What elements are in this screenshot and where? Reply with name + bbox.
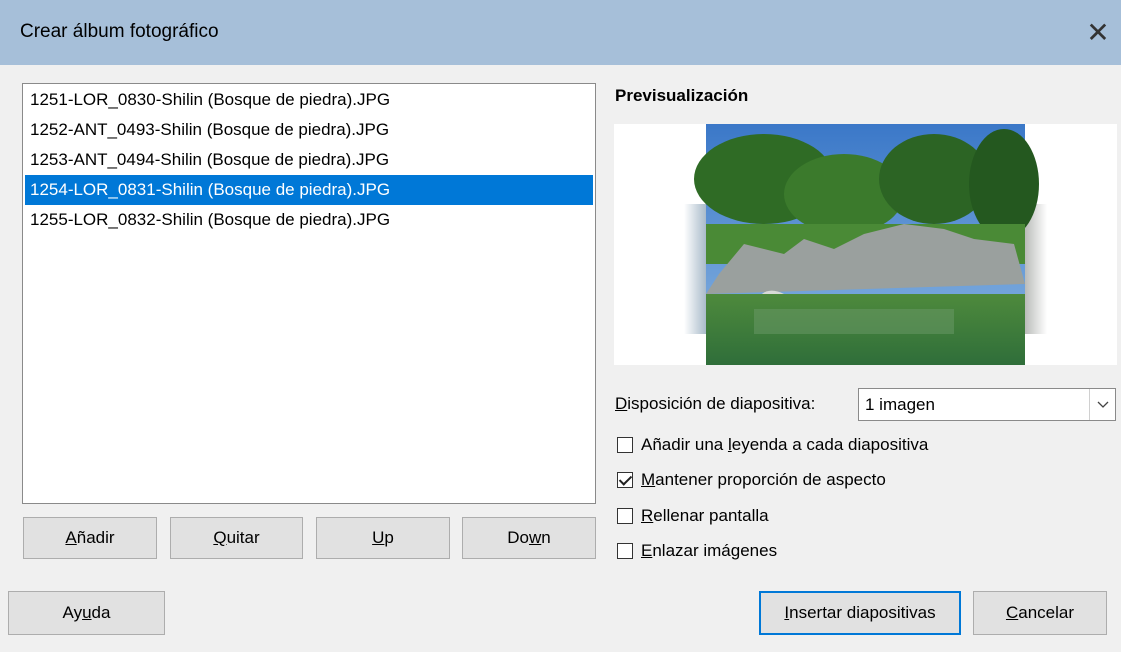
chevron-down-icon[interactable]	[1089, 389, 1115, 420]
list-item[interactable]: 1251-LOR_0830-Shilin (Bosque de piedra).…	[25, 85, 593, 115]
link-images-label: Enlazar imágenes	[641, 541, 778, 560]
preview-label: Previsualización	[615, 86, 749, 105]
remove-button[interactable]: Quitar	[170, 517, 303, 559]
close-icon[interactable]: ✕	[1075, 0, 1121, 65]
slide-layout-value: 1 imagen	[865, 395, 935, 414]
preview-panel	[614, 124, 1117, 365]
aspect-checkbox[interactable]	[617, 472, 633, 488]
cancel-button[interactable]: Cancelar	[973, 591, 1107, 635]
insert-slides-button[interactable]: Insertar diapositivas	[759, 591, 961, 635]
list-item[interactable]: 1252-ANT_0493-Shilin (Bosque de piedra).…	[25, 115, 593, 145]
caption-checkbox[interactable]	[617, 437, 633, 453]
aspect-label: Mantener proporción de aspecto	[641, 470, 886, 489]
move-up-button[interactable]: Up	[316, 517, 450, 559]
link-images-option[interactable]: Enlazar imágenes	[617, 540, 777, 562]
slide-layout-select[interactable]: 1 imagen	[858, 388, 1116, 421]
title-bar: Crear álbum fotográfico ✕	[0, 0, 1121, 65]
add-button[interactable]: Añadir	[23, 517, 157, 559]
image-file-list[interactable]: 1251-LOR_0830-Shilin (Bosque de piedra).…	[22, 83, 596, 504]
caption-option[interactable]: Añadir una leyenda a cada diapositiva	[617, 434, 928, 456]
list-item-selected[interactable]: 1254-LOR_0831-Shilin (Bosque de piedra).…	[25, 175, 593, 205]
move-down-button[interactable]: Do w n	[462, 517, 596, 559]
window-title: Crear álbum fotográfico	[20, 21, 219, 42]
list-item[interactable]: 1253-ANT_0494-Shilin (Bosque de piedra).…	[25, 145, 593, 175]
list-item[interactable]: 1255-LOR_0832-Shilin (Bosque de piedra).…	[25, 205, 593, 235]
fill-screen-label: Rellenar pantalla	[641, 506, 769, 525]
help-button[interactable]: Ay u da	[8, 591, 165, 635]
fill-screen-option[interactable]: Rellenar pantalla	[617, 505, 769, 527]
slide-layout-label: Disposición de diapositiva:	[615, 394, 816, 413]
fill-screen-checkbox[interactable]	[617, 508, 633, 524]
link-images-checkbox[interactable]	[617, 543, 633, 559]
caption-label: Añadir una leyenda a cada diapositiva	[641, 435, 929, 454]
preview-image	[684, 124, 1047, 365]
aspect-option[interactable]: Mantener proporción de aspecto	[617, 469, 886, 491]
